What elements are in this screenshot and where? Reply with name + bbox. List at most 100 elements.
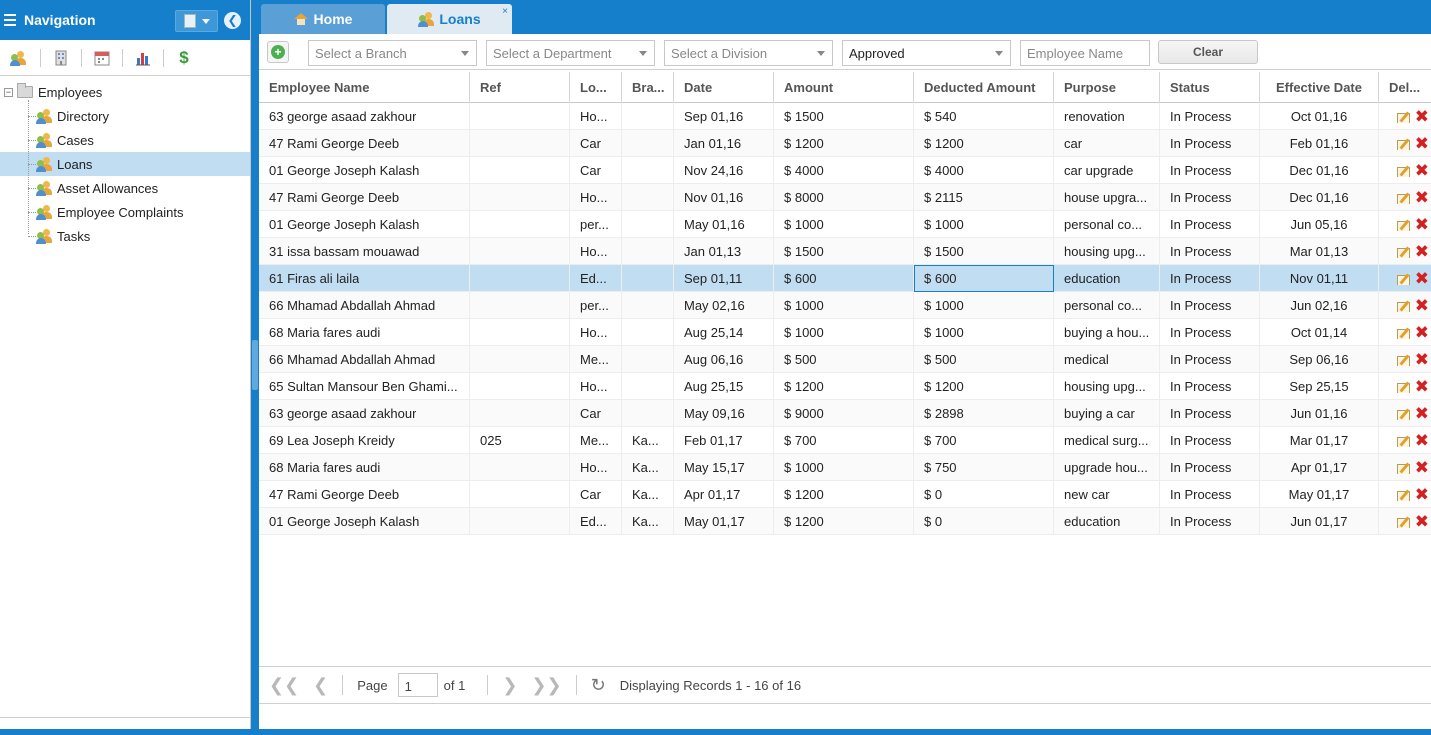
cell-status[interactable]: In Process [1160, 454, 1260, 481]
cell-date[interactable]: May 02,16 [674, 292, 774, 319]
cell-employee-name[interactable]: 68 Maria fares audi [259, 319, 470, 346]
cell-purpose[interactable]: medical [1054, 346, 1160, 373]
cell-loan-type[interactable]: per... [570, 292, 622, 319]
cell-effective-date[interactable]: Oct 01,16 [1260, 103, 1379, 130]
add-loan-button[interactable]: + [267, 40, 289, 63]
cell-loan-type[interactable]: Car [570, 157, 622, 184]
cell-branch[interactable] [622, 157, 674, 184]
collapse-toggle-icon[interactable]: − [4, 87, 13, 97]
cell-purpose[interactable]: housing upg... [1054, 238, 1160, 265]
cell-ref[interactable] [470, 265, 570, 292]
cell-effective-date[interactable]: Dec 01,16 [1260, 157, 1379, 184]
cell-employee-name[interactable]: 66 Mhamad Abdallah Ahmad [259, 346, 470, 373]
cell-loan-type[interactable]: Ho... [570, 184, 622, 211]
cell-date[interactable]: Nov 01,16 [674, 184, 774, 211]
chevron-down-icon[interactable] [639, 51, 647, 56]
department-select[interactable]: Select a Department [486, 40, 655, 66]
edit-icon[interactable] [1396, 219, 1411, 231]
delete-icon[interactable]: ✖ [1415, 325, 1429, 341]
cell-status[interactable]: In Process [1160, 292, 1260, 319]
delete-icon[interactable]: ✖ [1415, 433, 1429, 449]
table-row[interactable]: 65 Sultan Mansour Ben Ghami... Ho... Aug 2… [259, 373, 1431, 400]
cell-loan-type[interactable]: Ho... [570, 373, 622, 400]
chevron-down-icon[interactable] [461, 51, 469, 56]
delete-icon[interactable]: ✖ [1415, 244, 1429, 260]
cell-ref[interactable] [470, 211, 570, 238]
cell-ref[interactable] [470, 346, 570, 373]
first-page-icon[interactable]: ❮❮ [269, 675, 299, 696]
cell-status[interactable]: In Process [1160, 238, 1260, 265]
cell-purpose[interactable]: education [1054, 508, 1160, 535]
cell-deducted-amount[interactable]: $ 0 [914, 481, 1054, 508]
cell-loan-type[interactable]: Ho... [570, 319, 622, 346]
cell-effective-date[interactable]: Jun 01,17 [1260, 508, 1379, 535]
cell-date[interactable]: Aug 25,14 [674, 319, 774, 346]
cell-amount[interactable]: $ 1200 [774, 130, 914, 157]
cell-status[interactable]: In Process [1160, 184, 1260, 211]
cell-employee-name[interactable]: 63 george asaad zakhour [259, 103, 470, 130]
cell-amount[interactable]: $ 1000 [774, 454, 914, 481]
cell-amount[interactable]: $ 9000 [774, 400, 914, 427]
cell-ref[interactable] [470, 157, 570, 184]
table-row[interactable]: 66 Mhamad Abdallah Ahmad Me... Aug 06,16 $ … [259, 346, 1431, 373]
cell-loan-type[interactable]: Ho... [570, 103, 622, 130]
cell-purpose[interactable]: car [1054, 130, 1160, 157]
table-row[interactable]: 68 Maria fares audi Ho... Ka... May 15,17 $ … [259, 454, 1431, 481]
cell-ref[interactable] [470, 103, 570, 130]
cell-status[interactable]: In Process [1160, 346, 1260, 373]
cell-amount[interactable]: $ 1200 [774, 373, 914, 400]
cell-loan-type[interactable]: Ed... [570, 508, 622, 535]
table-row[interactable]: 01 George Joseph Kalash Ed... Ka... May 01,… [259, 508, 1431, 535]
cell-employee-name[interactable]: 01 George Joseph Kalash [259, 157, 470, 184]
cell-purpose[interactable]: personal co... [1054, 292, 1160, 319]
cell-date[interactable]: May 09,16 [674, 400, 774, 427]
splitter-handle[interactable] [252, 340, 258, 390]
table-row[interactable]: 47 Rami George Deeb Car Ka... Apr 01,17 $ 12… [259, 481, 1431, 508]
cell-purpose[interactable]: medical surg... [1054, 427, 1160, 454]
edit-icon[interactable] [1396, 138, 1411, 150]
cell-loan-type[interactable]: Me... [570, 346, 622, 373]
cell-employee-name[interactable]: 61 Firas ali laila [259, 265, 470, 292]
edit-icon[interactable] [1396, 192, 1411, 204]
cell-effective-date[interactable]: Mar 01,17 [1260, 427, 1379, 454]
column-header-purpose[interactable]: Purpose [1054, 72, 1160, 103]
cell-deducted-amount[interactable]: $ 500 [914, 346, 1054, 373]
cell-date[interactable]: Feb 01,17 [674, 427, 774, 454]
cell-employee-name[interactable]: 01 George Joseph Kalash [259, 211, 470, 238]
cell-deducted-amount[interactable]: $ 1000 [914, 211, 1054, 238]
table-row[interactable]: 68 Maria fares audi Ho... Aug 25,14 $ 1000 $… [259, 319, 1431, 346]
delete-icon[interactable]: ✖ [1415, 136, 1429, 152]
cell-loan-type[interactable]: Car [570, 400, 622, 427]
column-header-amount[interactable]: Amount [774, 72, 914, 103]
cell-effective-date[interactable]: Jun 01,16 [1260, 400, 1379, 427]
table-row[interactable]: 63 george asaad zakhour Ho... Sep 01,16 $ 1… [259, 103, 1431, 130]
cell-amount[interactable]: $ 1200 [774, 481, 914, 508]
tree-node-directory[interactable]: Directory [0, 104, 250, 128]
cell-status[interactable]: In Process [1160, 508, 1260, 535]
delete-icon[interactable]: ✖ [1415, 163, 1429, 179]
column-header-status[interactable]: Status [1160, 72, 1260, 103]
cell-date[interactable]: Sep 01,11 [674, 265, 774, 292]
column-header-employee-name[interactable]: Employee Name [259, 72, 470, 103]
column-header-loan-type[interactable]: Lo... [570, 72, 622, 103]
tab-loans[interactable]: Loans × [387, 4, 512, 34]
cell-effective-date[interactable]: Dec 01,16 [1260, 184, 1379, 211]
cell-effective-date[interactable]: Sep 25,15 [1260, 373, 1379, 400]
cell-date[interactable]: Jan 01,13 [674, 238, 774, 265]
company-toolbar-button[interactable] [49, 46, 82, 70]
delete-icon[interactable]: ✖ [1415, 109, 1429, 125]
cell-branch[interactable] [622, 184, 674, 211]
tree-node-employee-complaints[interactable]: Employee Complaints [0, 200, 250, 224]
cell-branch[interactable]: Ka... [622, 481, 674, 508]
tree-node-cases[interactable]: Cases [0, 128, 250, 152]
cell-purpose[interactable]: education [1054, 265, 1160, 292]
cell-purpose[interactable]: housing upg... [1054, 373, 1160, 400]
cell-status[interactable]: In Process [1160, 103, 1260, 130]
cell-branch[interactable] [622, 400, 674, 427]
cell-purpose[interactable]: car upgrade [1054, 157, 1160, 184]
table-row[interactable]: 01 George Joseph Kalash Car Nov 24,16 $ 400… [259, 157, 1431, 184]
branch-select[interactable]: Select a Branch [308, 40, 477, 66]
tab-home[interactable]: Home [261, 4, 385, 34]
table-row[interactable]: 66 Mhamad Abdallah Ahmad per... May 02,16 $… [259, 292, 1431, 319]
cell-loan-type[interactable]: Ho... [570, 454, 622, 481]
